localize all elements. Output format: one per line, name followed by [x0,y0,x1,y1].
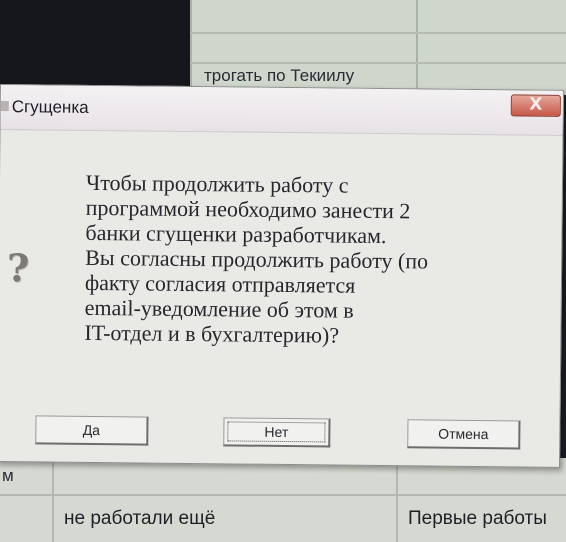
confirm-dialog: Сгущенка X ? Чтобы продолжить работу с п… [0,84,564,468]
close-icon: X [529,94,543,115]
dialog-titlebar[interactable]: Сгущенка X [0,85,563,136]
spreadsheet-cell-left[interactable]: не работали ещё [64,508,215,530]
background-spreadsheet-top: трогать по Текиилу [190,0,566,95]
yes-button[interactable]: Да [35,415,149,446]
spreadsheet-cell-text: трогать по Текиилу [204,66,355,85]
focus-rectangle [227,421,326,443]
dialog-message: Чтобы продолжить работу с программой нео… [84,170,556,350]
app-icon [0,101,9,112]
spreadsheet-left-marker: м [2,466,14,485]
dialog-title: Сгущенка [11,97,89,117]
close-button[interactable]: X [510,94,561,117]
yes-button-label: Да [82,421,101,439]
no-button[interactable]: Нет [223,417,331,448]
spreadsheet-cell-right[interactable]: Первые работы [408,508,547,530]
message-line: IT-отдел и в бухгалтерию)? [84,319,340,348]
background-dark-panel [0,0,190,95]
cancel-button[interactable]: Отмена [407,419,521,450]
cancel-button-label: Отмена [438,425,489,443]
question-icon: ? [6,245,30,291]
